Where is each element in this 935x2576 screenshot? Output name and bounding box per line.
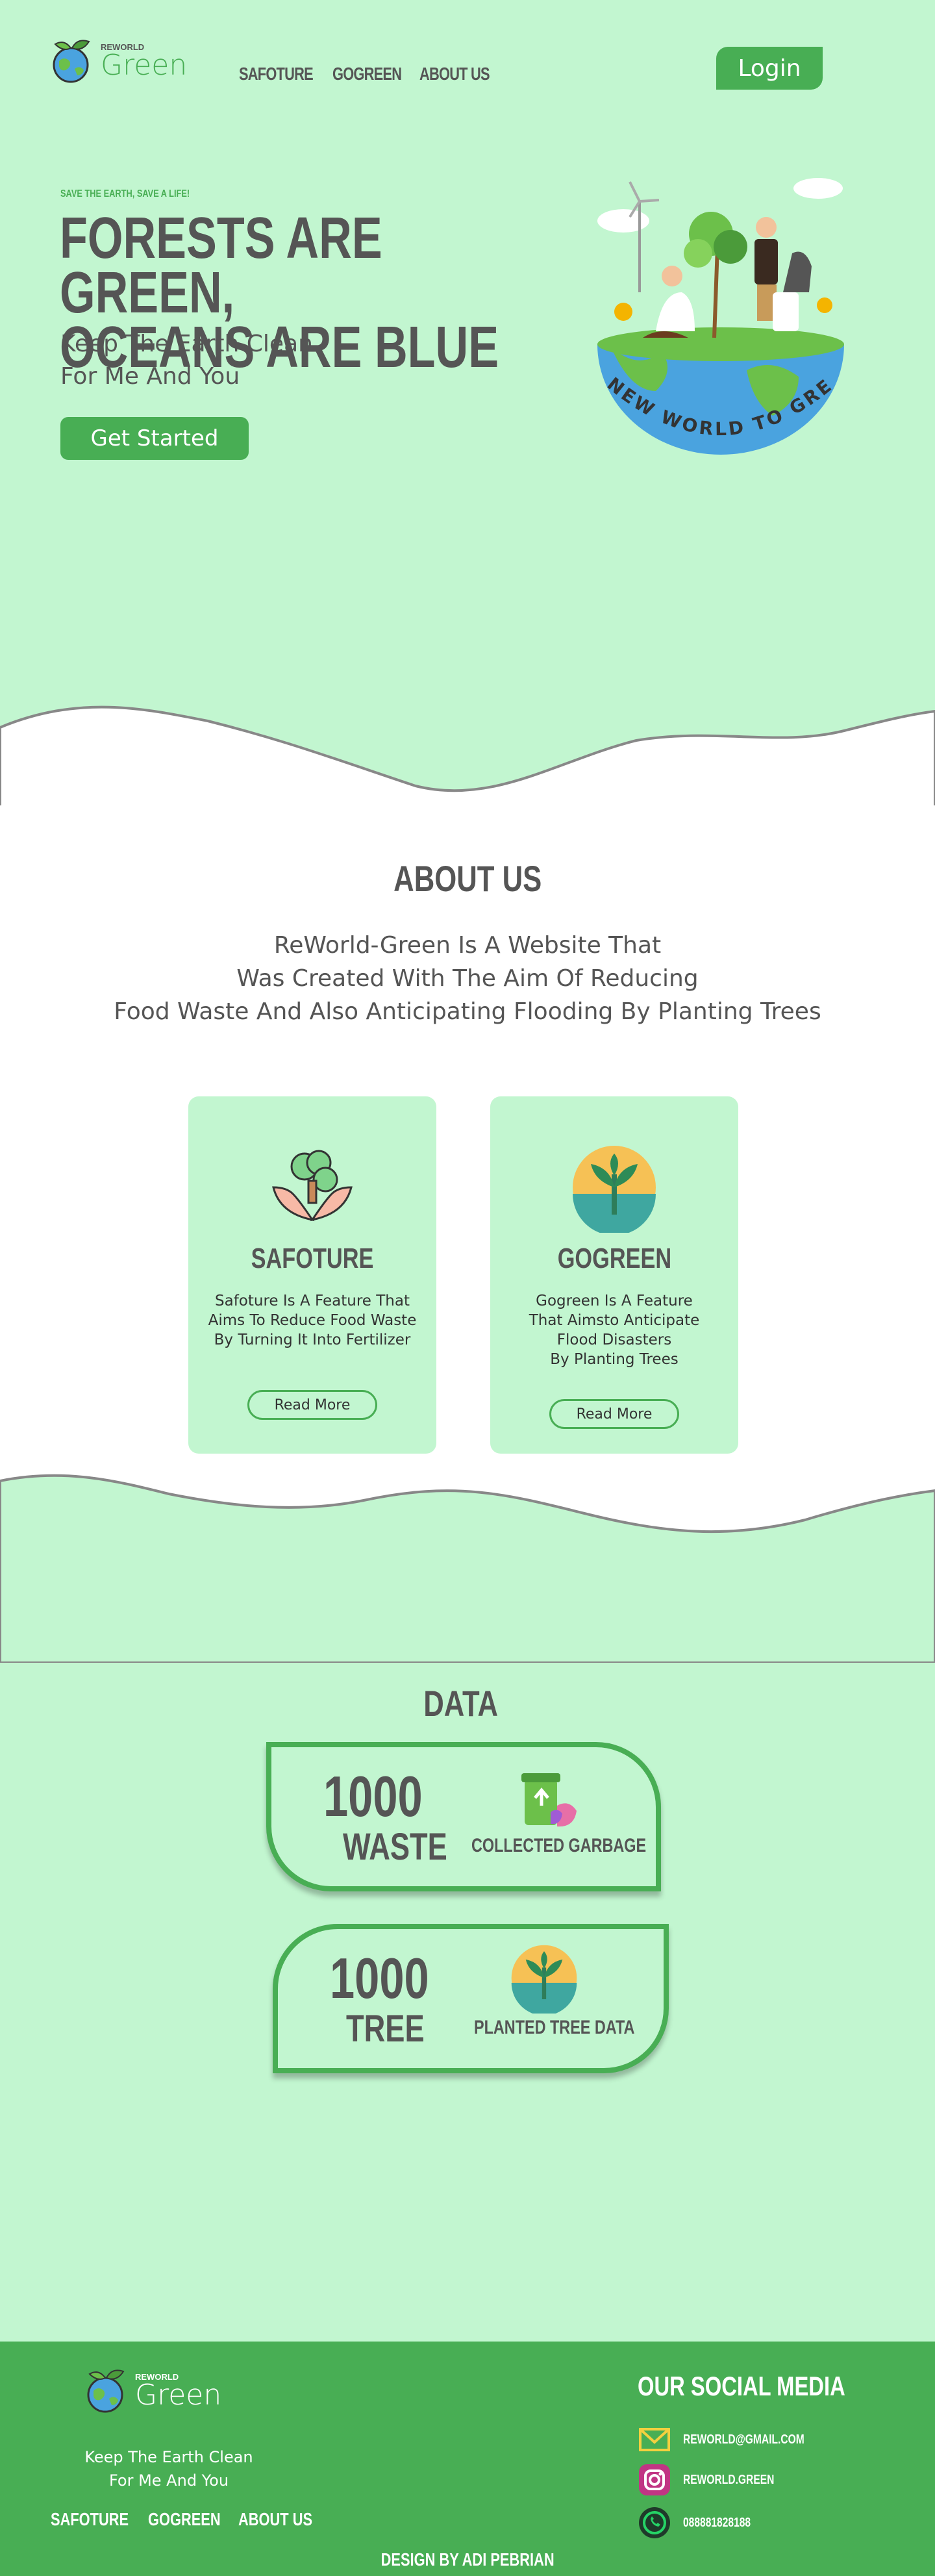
social-title: OUR SOCIAL MEDIA — [638, 2371, 845, 2401]
social-instagram[interactable]: REWORLD.GREEN — [638, 2463, 800, 2497]
feature-card-gogreen: GOGREEN Gogreen Is A Feature That Aimsto… — [490, 1096, 738, 1454]
site-logo[interactable]: REWORLD Green — [49, 38, 187, 84]
main-nav: SAFOTURE GOGREEN ABOUT US — [239, 64, 495, 84]
footer-tag-line-2: For Me And You — [108, 2471, 229, 2490]
read-more-gogreen-button[interactable]: Read More — [549, 1399, 679, 1429]
social-email[interactable]: REWORLD@GMAIL.COM — [638, 2423, 838, 2456]
stat-number-waste: 1000 — [323, 1764, 423, 1828]
stat-label-tree: PLANTED TREE DATA — [474, 2017, 635, 2038]
whatsapp-icon — [639, 2507, 670, 2538]
about-desc-line-1: ReWorld-Green Is A Website That — [273, 932, 662, 959]
login-button[interactable]: Login — [716, 47, 823, 90]
recycle-bin-icon — [521, 1773, 577, 1827]
card-title-safoture: SAFOTURE — [251, 1243, 374, 1274]
hands-tree-icon — [272, 1150, 353, 1222]
stat-unit-waste: WASTE — [343, 1826, 447, 1868]
stat-card-tree: 1000 TREE PLANTED TREE DATA — [273, 1924, 669, 2073]
globe-logo-icon — [87, 2369, 125, 2413]
site-footer: REWORLD Green Keep The Earth Clean For M… — [0, 2342, 935, 2576]
stat-unit-tree: TREE — [346, 2008, 425, 2050]
about-desc-line-2: Was Created With The Aim Of Reducing — [236, 965, 699, 992]
get-started-button[interactable]: Get Started — [60, 417, 249, 460]
read-more-safoture-button[interactable]: Read More — [247, 1390, 377, 1420]
instagram-text: REWORLD.GREEN — [683, 2472, 775, 2487]
sprout-icon — [511, 1945, 577, 2014]
hero-earth-illustration: RENEW WORLD TO GREEN — [584, 175, 844, 455]
footer-tagline: Keep The Earth Clean For Me And You — [71, 2445, 266, 2492]
card-text-gogreen: Gogreen Is A Feature That Aimsto Anticip… — [497, 1291, 732, 1369]
card-text-line: Aims To Reduce Food Waste — [208, 1312, 417, 1329]
footer-link-about-us[interactable]: ABOUT US — [238, 2509, 312, 2530]
footer-tag-line-1: Keep The Earth Clean — [84, 2448, 253, 2466]
about-wave-divider — [0, 1474, 935, 1663]
card-text-line: That Aimsto Anticipate — [529, 1312, 700, 1329]
instagram-icon — [639, 2464, 670, 2495]
stat-card-waste: 1000 WASTE COLLECTED GARBAGE — [266, 1742, 661, 1891]
stat-number-tree: 1000 — [330, 1946, 429, 2010]
social-whatsapp[interactable]: 088881828188 — [638, 2506, 769, 2540]
about-title: ABOUT US — [393, 858, 542, 899]
nav-link-gogreen[interactable]: GOGREEN — [332, 64, 402, 84]
footer-link-safoture[interactable]: SAFOTURE — [51, 2509, 129, 2530]
footer-logo[interactable]: REWORLD Green — [83, 2368, 221, 2414]
about-description: ReWorld-Green Is A Website That Was Crea… — [0, 929, 935, 1028]
card-text-line: Gogreen Is A Feature — [536, 1293, 693, 1309]
hero-section: REWORLD Green SAFOTURE GOGREEN ABOUT US … — [0, 0, 935, 812]
data-title: DATA — [423, 1683, 499, 1724]
feature-card-safoture: SAFOTURE Safoture Is A Feature That Aims… — [188, 1096, 436, 1454]
hero-tagline: SAVE THE EARTH, SAVE A LIFE! — [60, 188, 190, 199]
nav-link-about-us[interactable]: ABOUT US — [419, 64, 490, 84]
hero-subline: Keep The Earth Clean For Me And You — [60, 328, 313, 393]
design-credit: DESIGN BY ADI PEBRIAN — [380, 2549, 555, 2570]
subline-1: Keep The Earth Clean — [60, 331, 313, 357]
card-text-safoture: Safoture Is A Feature That Aims To Reduc… — [195, 1291, 430, 1350]
sprout-icon — [573, 1146, 656, 1233]
hero-wave-divider — [0, 705, 935, 812]
footer-nav: SAFOTURE GOGREEN ABOUT US — [51, 2509, 319, 2530]
about-desc-line-3: Food Waste And Also Anticipating Floodin… — [114, 998, 821, 1025]
card-text-line: By Planting Trees — [550, 1351, 679, 1368]
card-title-gogreen: GOGREEN — [557, 1243, 671, 1274]
nav-link-safoture[interactable]: SAFOTURE — [239, 64, 314, 84]
globe-logo-icon — [53, 40, 90, 83]
footer-logo-big-text: Green — [135, 2378, 222, 2412]
card-text-line: By Turning It Into Fertilizer — [214, 1332, 411, 1348]
stat-label-waste: COLLECTED GARBAGE — [471, 1835, 647, 1856]
footer-link-gogreen[interactable]: GOGREEN — [148, 2509, 221, 2530]
data-section: DATA 1000 WASTE COLLECTED GARBAGE 1000 T… — [0, 1663, 935, 2342]
about-section: ABOUT US ReWorld-Green Is A Website That… — [0, 805, 935, 1663]
logo-big-text: Green — [101, 48, 188, 82]
whatsapp-text: 088881828188 — [683, 2515, 751, 2530]
subline-2: For Me And You — [60, 363, 240, 390]
headline-line-1: FORESTS ARE GREEN, — [60, 206, 382, 325]
card-text-line: Flood Disasters — [556, 1332, 672, 1348]
email-icon — [639, 2428, 670, 2451]
email-text: REWORLD@GMAIL.COM — [683, 2432, 804, 2447]
card-text-line: Safoture Is A Feature That — [215, 1293, 410, 1309]
